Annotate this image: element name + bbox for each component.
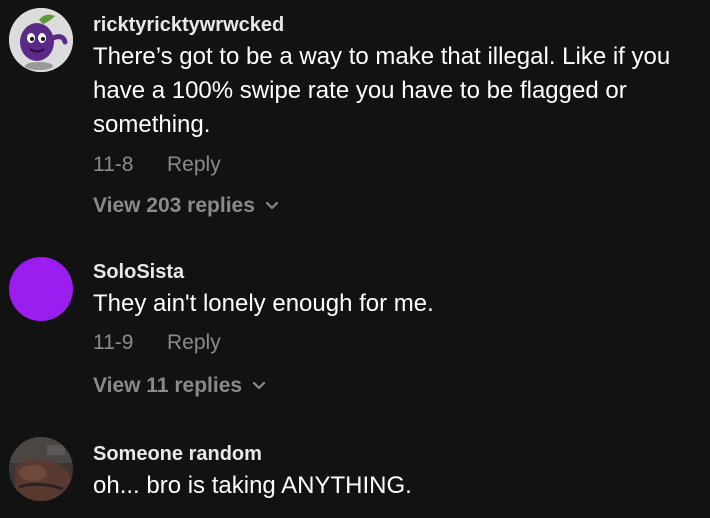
- chevron-down-icon: [252, 381, 266, 390]
- comment-meta: 11-8 Reply: [93, 151, 702, 179]
- comment-text: oh... bro is taking ANYTHING.: [93, 472, 412, 499]
- comment-date: 11-9: [93, 331, 134, 354]
- photo-avatar-icon: [9, 437, 73, 501]
- comment-item: SoloSista They ain't lonely enough for m…: [0, 250, 710, 420]
- comment-username[interactable]: SoloSista: [93, 259, 702, 285]
- view-replies-label: View 11 replies: [93, 374, 243, 397]
- chevron-down-icon: [265, 201, 278, 210]
- comment-meta: 11-9 Reply: [93, 329, 702, 357]
- comment-text: They ain't lonely enough for me.: [93, 290, 434, 317]
- reply-button[interactable]: Reply: [167, 329, 221, 357]
- grape-character-icon: [9, 8, 73, 72]
- avatar[interactable]: [9, 437, 73, 501]
- reply-button[interactable]: Reply: [167, 151, 221, 179]
- view-replies-button[interactable]: View 11 replies: [93, 372, 702, 400]
- avatar[interactable]: [9, 8, 73, 72]
- comment-item: Someone random oh... bro is taking ANYTH…: [0, 432, 710, 518]
- comment-item: ricktyricktywrwcked There’s got to be a …: [0, 0, 710, 240]
- view-replies-button[interactable]: View 203 replies: [93, 192, 702, 220]
- comment-username[interactable]: ricktyricktywrwcked: [93, 12, 702, 38]
- comment-date: 11-8: [93, 153, 134, 176]
- avatar[interactable]: [9, 257, 73, 321]
- view-replies-label: View 203 replies: [93, 194, 255, 217]
- comment-text: There’s got to be a way to make that ill…: [93, 43, 671, 138]
- comment-username[interactable]: Someone random: [93, 441, 702, 467]
